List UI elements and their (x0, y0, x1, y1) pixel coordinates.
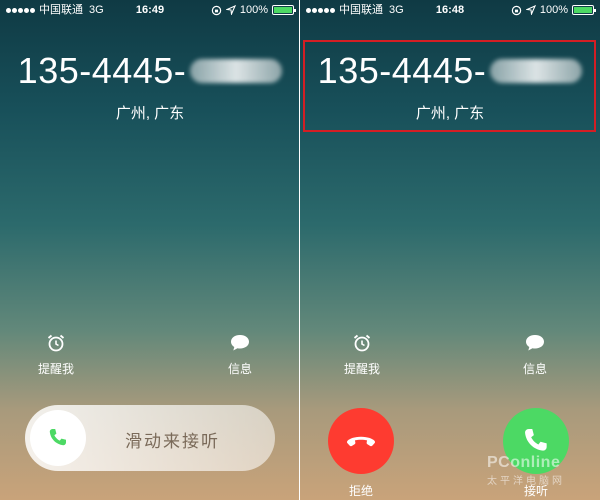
hang-up-phone-icon (346, 436, 376, 447)
caller-number-text: 135-4445- (17, 50, 187, 91)
message-button[interactable]: 信息 (523, 332, 547, 377)
battery-icon (572, 5, 596, 15)
watermark-sub: 太平洋电脑网 (487, 476, 565, 487)
incoming-call-screen-left: 中国联通 3G 16:49 100% 135-4445- 广州, 广东 提醒我 … (0, 0, 300, 500)
carrier-name: 中国联通 (339, 4, 383, 16)
message-label: 信息 (523, 362, 548, 376)
status-bar: 中国联通 3G 16:48 100% (300, 2, 600, 18)
battery-percent: 100% (239, 4, 268, 16)
speech-bubble-icon (229, 332, 251, 354)
message-label: 信息 (228, 362, 253, 376)
status-bar: 中国联通 3G 16:49 100% (0, 2, 300, 18)
signal-strength-icon (306, 7, 335, 13)
caller-info-highlight (303, 40, 596, 132)
signal-strength-icon (6, 7, 35, 13)
slide-to-answer-label: 滑动来接听 (125, 432, 220, 451)
rotation-lock-icon (211, 5, 222, 15)
watermark-brand: PConline (487, 454, 561, 471)
blurred-number-mask (190, 59, 283, 83)
network-type: 3G (89, 4, 104, 16)
battery-percent: 100% (539, 4, 568, 16)
network-type: 3G (389, 4, 404, 16)
phone-handset-icon (525, 429, 547, 451)
slider-knob[interactable] (30, 410, 86, 466)
phone-handset-icon (49, 429, 66, 446)
speech-bubble-icon (524, 332, 546, 354)
remind-me-button[interactable]: 提醒我 (38, 332, 74, 377)
location-arrow-icon (225, 5, 236, 15)
location-arrow-icon (525, 5, 536, 15)
remind-me-label: 提醒我 (344, 362, 381, 376)
decline-call-button[interactable] (328, 408, 394, 474)
carrier-name: 中国联通 (39, 4, 83, 16)
caller-number: 135-4445- (0, 50, 300, 92)
slide-to-answer-slider[interactable]: 滑动来接听 (25, 405, 275, 471)
remind-me-button[interactable]: 提醒我 (344, 332, 380, 377)
decline-label: 拒绝 (348, 484, 373, 498)
message-button[interactable]: 信息 (228, 332, 252, 377)
battery-icon (272, 5, 296, 15)
remind-me-label: 提醒我 (38, 362, 75, 376)
alarm-clock-icon (45, 332, 67, 354)
rotation-lock-icon (511, 5, 522, 15)
alarm-clock-icon (351, 332, 373, 354)
caller-location: 广州, 广东 (115, 105, 185, 122)
